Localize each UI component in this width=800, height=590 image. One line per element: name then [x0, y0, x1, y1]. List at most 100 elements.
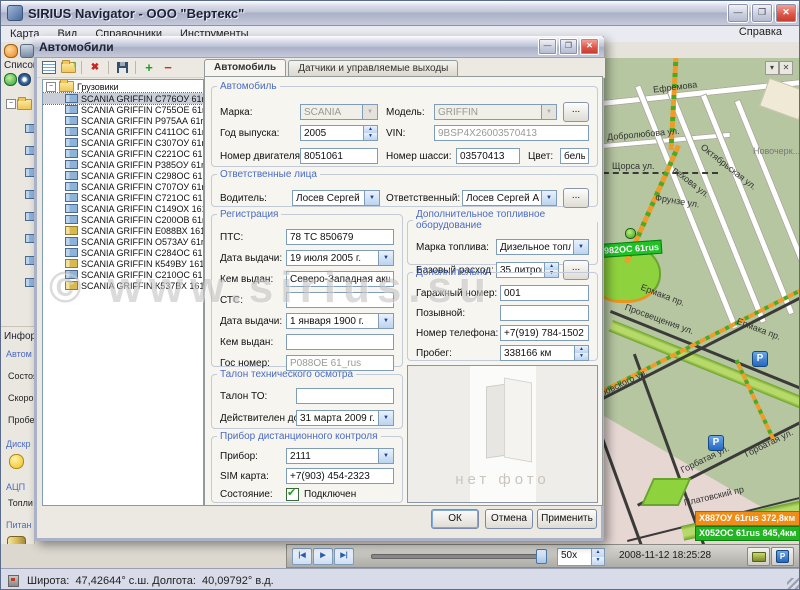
- speed-spinbox[interactable]: 50x ▲▼: [557, 548, 605, 566]
- engine-field[interactable]: 8051061: [300, 148, 378, 164]
- chevron-down-icon[interactable]: [378, 314, 393, 328]
- phone-field[interactable]: +7(919) 784-1502: [500, 325, 589, 341]
- ticket-field[interactable]: [296, 388, 394, 404]
- chevron-down-icon[interactable]: [573, 240, 588, 254]
- speed-spinner[interactable]: ▲▼: [591, 549, 604, 565]
- color-field[interactable]: белый: [560, 148, 589, 164]
- driver-select[interactable]: Лосев Сергей Анатоль: [292, 190, 380, 206]
- remove-icon[interactable]: −: [160, 61, 176, 75]
- tree-item[interactable]: SCANIA GRIFFIN О573АУ 61rus: [43, 236, 203, 247]
- chevron-down-icon[interactable]: [541, 105, 556, 119]
- browse-persons-button[interactable]: ...: [563, 188, 589, 208]
- skip-forward-button[interactable]: ▶|: [334, 548, 354, 565]
- tab-sensors[interactable]: Датчики и управляемые выходы: [288, 60, 458, 76]
- close-button[interactable]: ✕: [775, 3, 797, 23]
- dialog-maximize-button[interactable]: ❐: [559, 38, 578, 55]
- resize-grip[interactable]: [787, 578, 799, 590]
- mileage-spinner[interactable]: 338166 км▲▼: [500, 345, 589, 361]
- device-select[interactable]: 2111: [286, 448, 394, 464]
- issued-by2-field[interactable]: [286, 334, 394, 350]
- parking-toggle-button[interactable]: P: [771, 547, 794, 566]
- map-collapse-icon[interactable]: ▾: [765, 61, 779, 75]
- delete-icon[interactable]: ✖: [87, 61, 103, 75]
- parking-icon[interactable]: P: [708, 435, 724, 451]
- issue-date2-select[interactable]: 1 января 1900 г.: [286, 313, 394, 329]
- save-icon[interactable]: [114, 61, 130, 75]
- sirius-icon[interactable]: [4, 44, 18, 58]
- tree-item[interactable]: SCANIA GRIFFIN Е088ВХ 161rus: [43, 225, 203, 236]
- restore-button[interactable]: ❐: [751, 3, 773, 23]
- dialog-close-button[interactable]: ✕: [580, 38, 599, 55]
- chassis-field[interactable]: 03570413: [456, 148, 520, 164]
- skip-back-button[interactable]: |◀: [292, 548, 312, 565]
- tool-icon[interactable]: [20, 44, 34, 58]
- truck-icon: [65, 237, 78, 246]
- tree-item[interactable]: SCANIA GRIFFIN С307ОУ 61rus: [43, 137, 203, 148]
- vehicle-marker[interactable]: [625, 228, 636, 239]
- tree-item[interactable]: SCANIA GRIFFIN С755ОЕ 61rus: [43, 104, 203, 115]
- no-photo-label: нет фото: [408, 471, 597, 488]
- edit-list-icon[interactable]: [41, 61, 57, 75]
- play-button[interactable]: ▶: [313, 548, 333, 565]
- year-spinner[interactable]: 2005▲▼: [300, 125, 378, 141]
- model-select[interactable]: GRIFFIN: [434, 104, 557, 120]
- tree-item[interactable]: SCANIA GRIFFIN С776ОУ 61rus: [43, 93, 203, 104]
- sidebar-tree-collapse-icon[interactable]: −: [6, 99, 16, 109]
- pts-field[interactable]: 78 ТС 850679: [286, 229, 394, 245]
- app-icon: [7, 5, 23, 21]
- add-group-icon[interactable]: [60, 61, 76, 75]
- dialog-minimize-button[interactable]: —: [538, 38, 557, 55]
- minimize-button[interactable]: —: [727, 3, 749, 23]
- chevron-down-icon[interactable]: [364, 191, 379, 205]
- tree-item-label: SCANIA GRIFFIN С411ОС 61rus: [81, 127, 204, 137]
- route-report-button[interactable]: [747, 547, 770, 566]
- fuel-type-select[interactable]: Дизельное топливо: [496, 239, 589, 255]
- tree-item[interactable]: SCANIA GRIFFIN С707ОУ 61rus: [43, 181, 203, 192]
- vin-field[interactable]: 9BSP4X26003570413: [434, 125, 589, 141]
- ok-button[interactable]: ОК: [431, 509, 479, 529]
- sidebar-info-header: Информ: [4, 331, 35, 342]
- tree-item[interactable]: SCANIA GRIFFIN Р975АА 61rus: [43, 115, 203, 126]
- menu-help[interactable]: Справка: [730, 26, 791, 38]
- map-close-icon[interactable]: ✕: [779, 61, 793, 75]
- tree-item[interactable]: SCANIA GRIFFIN С284ОС 61rus: [43, 247, 203, 258]
- tree-item[interactable]: SCANIA GRIFFIN С149ОХ 161rus: [43, 203, 203, 214]
- spinner-icon[interactable]: ▲▼: [574, 346, 588, 360]
- application-window: SIRIUS Navigator - ООО "Вертекс" — ❐ ✕ К…: [0, 0, 800, 590]
- tree-root[interactable]: − Грузовики: [43, 80, 203, 93]
- tree-item[interactable]: SCANIA GRIFFIN Р385ОУ 61rus: [43, 159, 203, 170]
- dialog-title: Автомобили: [39, 40, 114, 54]
- form-tabs: Автомобиль Датчики и управляемые выходы: [204, 58, 458, 76]
- connected-checkbox[interactable]: [286, 488, 299, 501]
- apply-button[interactable]: Применить: [537, 509, 597, 529]
- tree-item[interactable]: SCANIA GRIFFIN С411ОС 61rus: [43, 126, 203, 137]
- chevron-down-icon[interactable]: [362, 105, 377, 119]
- eye-icon[interactable]: [18, 73, 31, 86]
- tree-item[interactable]: SCANIA GRIFFIN С200ОВ 61rus: [43, 214, 203, 225]
- timeline-slider-track[interactable]: [371, 554, 545, 559]
- add-icon[interactable]: +: [141, 61, 157, 75]
- browse-vehicle-button[interactable]: ...: [563, 102, 589, 122]
- tree-item[interactable]: SCANIA GRIFFIN С298ОС 61rus: [43, 170, 203, 181]
- timeline-slider-thumb[interactable]: [536, 549, 547, 564]
- tree-item[interactable]: SCANIA GRIFFIN С221ОС 61rus: [43, 148, 203, 159]
- tree-item-label: SCANIA GRIFFIN С721ОС 61rus: [81, 193, 204, 203]
- globe-icon[interactable]: [4, 73, 17, 86]
- brand-select[interactable]: SCANIA: [300, 104, 378, 120]
- tree-item[interactable]: SCANIA GRIFFIN С721ОС 61rus: [43, 192, 203, 203]
- responsible-select[interactable]: Лосев Сергей Анатоль: [462, 190, 557, 206]
- speed-value[interactable]: 50x: [558, 549, 591, 565]
- collapse-icon[interactable]: −: [46, 82, 56, 92]
- spinner-icon[interactable]: ▲▼: [363, 126, 377, 140]
- parking-icon[interactable]: P: [752, 351, 768, 367]
- sidebar-group-vehicle: Автом: [6, 349, 32, 359]
- chevron-down-icon[interactable]: [541, 191, 556, 205]
- chevron-down-icon[interactable]: [378, 411, 393, 425]
- sim-field[interactable]: +7(903) 454-2323: [286, 468, 394, 484]
- model-label: Модель:: [386, 107, 434, 118]
- chevron-down-icon[interactable]: [378, 449, 393, 463]
- tab-vehicle[interactable]: Автомобиль: [204, 59, 286, 77]
- cancel-button[interactable]: Отмена: [485, 509, 533, 529]
- tree-item-label: SCANIA GRIFFIN С707ОУ 61rus: [81, 182, 204, 192]
- valid-until-select[interactable]: 31 марта 2009 г.: [296, 410, 394, 426]
